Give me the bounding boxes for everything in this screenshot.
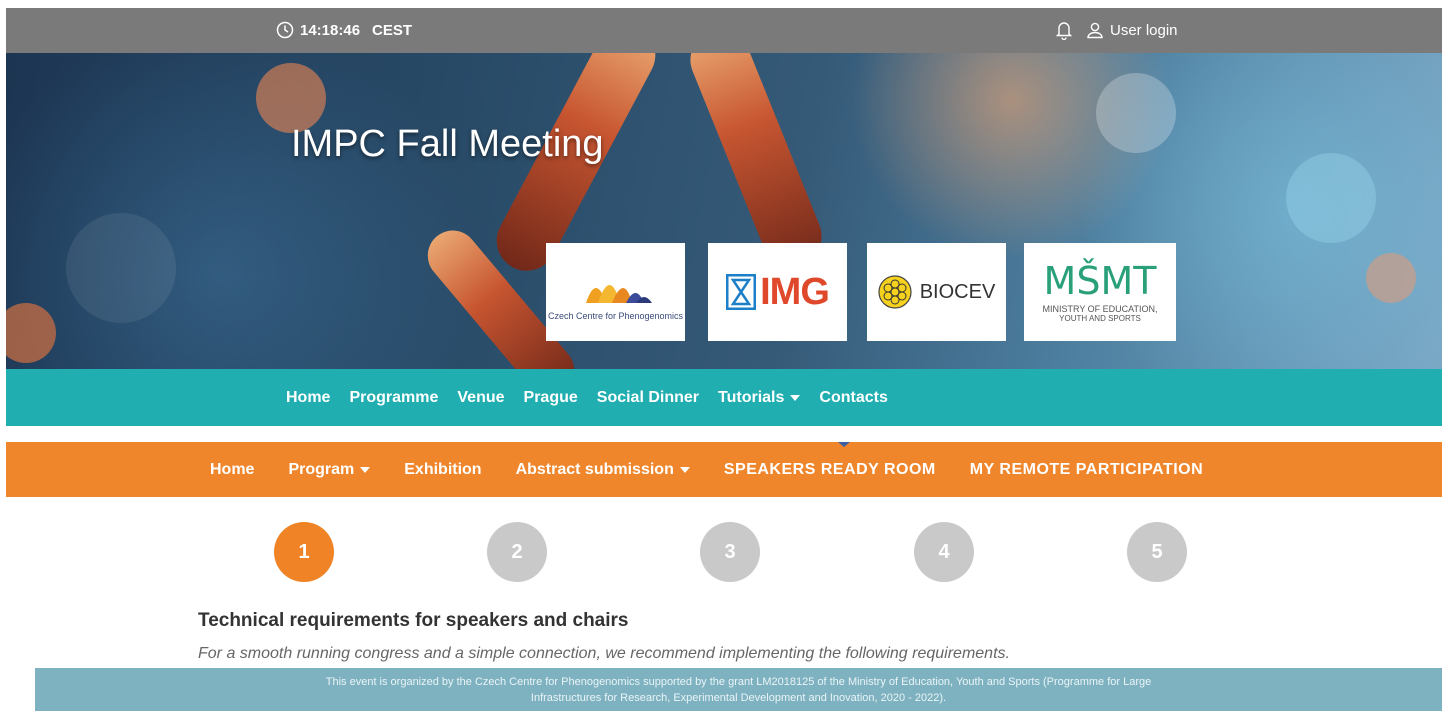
main-nav-programme[interactable]: Programme <box>349 389 438 407</box>
main-nav-contacts[interactable]: Contacts <box>819 389 887 407</box>
bokeh-decoration <box>1286 153 1376 243</box>
sub-nav-home[interactable]: Home <box>210 461 254 479</box>
main-nav-social-dinner[interactable]: Social Dinner <box>597 389 699 407</box>
main-nav: Home Programme Venue Prague Social Dinne… <box>6 369 1442 426</box>
main-nav-venue[interactable]: Venue <box>457 389 504 407</box>
hero-banner: IMPC Fall Meeting Czech Centre for Pheno… <box>6 53 1442 369</box>
topbar-actions: User login <box>1056 20 1178 40</box>
clock-icon <box>276 21 294 39</box>
timezone: CEST <box>372 21 413 39</box>
main-nav-tutorials-label: Tutorials <box>718 388 785 406</box>
step-1[interactable]: 1 <box>274 522 334 582</box>
footer-line-1: This event is organized by the Czech Cen… <box>325 676 1152 688</box>
biocev-logo-row: BIOCEV <box>878 275 996 309</box>
user-login-link[interactable]: User login <box>1086 21 1178 39</box>
biocev-logo-text: BIOCEV <box>919 280 996 303</box>
step-5[interactable]: 5 <box>1127 522 1187 582</box>
img-logo-text: IMG <box>760 270 830 313</box>
event-title: IMPC Fall Meeting <box>291 123 604 165</box>
hourglass-icon <box>726 274 757 310</box>
caret-down-icon <box>790 394 801 401</box>
user-login-label: User login <box>1110 21 1178 39</box>
current-time: 14:18:46 <box>300 21 361 39</box>
bokeh-decoration <box>6 303 56 363</box>
ccp-logo-mark <box>585 285 652 303</box>
bell-icon[interactable] <box>1056 20 1072 40</box>
user-icon <box>1086 21 1104 39</box>
main-nav-tutorials[interactable]: Tutorials <box>718 388 801 407</box>
sub-nav-exhibition[interactable]: Exhibition <box>404 461 481 479</box>
sub-nav-abstract-submission[interactable]: Abstract submission <box>516 461 690 479</box>
active-nav-indicator <box>838 442 850 447</box>
main-nav-home[interactable]: Home <box>286 389 330 407</box>
ccp-logo-text: Czech Centre for Phenogenomics <box>547 311 684 321</box>
section-heading: Technical requirements for speakers and … <box>198 610 629 631</box>
caret-down-icon <box>360 466 371 473</box>
ccp-logo[interactable]: Czech Centre for Phenogenomics <box>546 243 685 341</box>
sub-nav-speakers-ready-room[interactable]: SPEAKERS READY ROOM <box>724 461 936 479</box>
caret-down-icon <box>679 466 690 473</box>
bokeh-decoration <box>1366 253 1416 303</box>
step-2[interactable]: 2 <box>487 522 547 582</box>
msmt-logo-line1: MINISTRY OF EDUCATION, <box>1042 303 1158 314</box>
step-3[interactable]: 3 <box>700 522 760 582</box>
biocev-logo[interactable]: BIOCEV <box>867 243 1006 341</box>
footer: This event is organized by the Czech Cen… <box>35 668 1442 711</box>
sub-nav-program[interactable]: Program <box>288 460 371 479</box>
msmt-logo-mark: MŠMT <box>1043 258 1157 303</box>
sub-nav-abstract-submission-label: Abstract submission <box>515 460 674 478</box>
img-logo-row: IMG <box>726 270 830 314</box>
msmt-logo-line2: YOUTH AND SPORTS <box>1059 313 1141 323</box>
dna-helix-decoration <box>681 53 831 276</box>
biocev-mark-icon <box>878 275 912 309</box>
img-logo[interactable]: IMG <box>708 243 847 341</box>
sub-nav-program-label: Program <box>288 460 355 478</box>
main-nav-prague[interactable]: Prague <box>524 389 578 407</box>
clock: 14:18:46 CEST <box>276 21 412 39</box>
section-intro: For a smooth running congress and a simp… <box>198 645 1010 662</box>
sub-nav: Home Program Exhibition Abstract submiss… <box>6 442 1442 497</box>
msmt-logo[interactable]: MŠMT MINISTRY OF EDUCATION, YOUTH AND SP… <box>1024 243 1176 341</box>
top-bar: 14:18:46 CEST User login <box>6 8 1442 53</box>
step-4[interactable]: 4 <box>914 522 974 582</box>
sub-nav-my-remote-participation[interactable]: MY REMOTE PARTICIPATION <box>970 461 1203 479</box>
bokeh-decoration <box>1096 73 1176 153</box>
bokeh-decoration <box>66 213 176 323</box>
footer-line-2: Infrastructures for Research, Experiment… <box>530 692 947 704</box>
